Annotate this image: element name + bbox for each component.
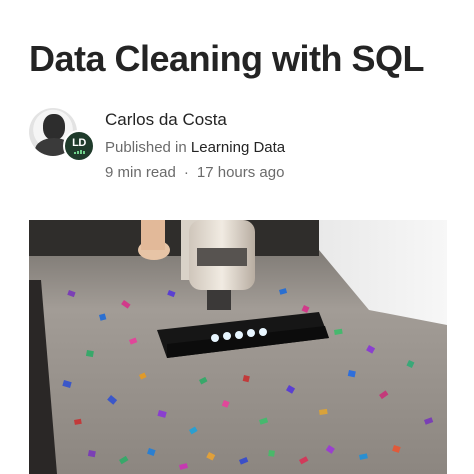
publication-name-link[interactable]: Learning Data: [191, 139, 285, 156]
publication-logo-icon[interactable]: LD: [63, 130, 95, 162]
author-name-link[interactable]: Carlos da Costa: [105, 110, 227, 130]
published-prefix: Published in: [105, 139, 187, 156]
hero-image: [29, 220, 447, 474]
article-meta: 9 min read · 17 hours ago: [105, 164, 284, 181]
hero-image-graphic: [29, 220, 447, 474]
published-in: Published in Learning Data: [105, 139, 285, 156]
author-byline: LD Carlos da Costa Published in Learning…: [29, 106, 449, 186]
publication-logo-bars: [73, 150, 85, 154]
avatar-head: [43, 114, 65, 140]
publication-logo-text: LD: [72, 137, 86, 149]
posted-time: 17 hours ago: [196, 164, 285, 181]
read-time: 9 min read: [105, 164, 176, 181]
meta-separator: ·: [183, 164, 189, 181]
article-title: Data Cleaning with SQL: [29, 38, 425, 79]
